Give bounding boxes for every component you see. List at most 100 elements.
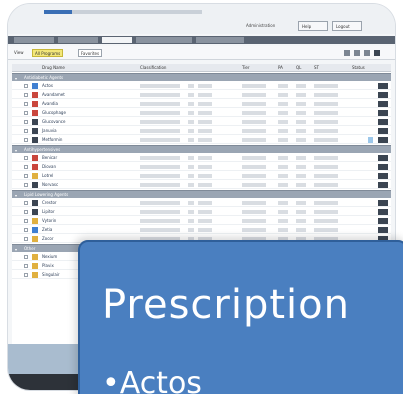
row-checkbox[interactable] xyxy=(24,264,28,268)
header-link-admin[interactable]: Administration xyxy=(246,23,275,28)
column-header[interactable]: PA xyxy=(278,65,283,70)
drug-name[interactable]: Benicar xyxy=(42,155,57,160)
drug-name[interactable]: Lipitor xyxy=(42,209,55,214)
tab-3[interactable] xyxy=(102,37,132,43)
row-action-icon[interactable] xyxy=(378,137,388,143)
header-link-logout[interactable]: Logout xyxy=(332,21,362,31)
column-header[interactable]: Classification xyxy=(140,65,166,70)
group-header[interactable]: ▾ Lipid Lowering Agents xyxy=(12,190,391,198)
table-cell xyxy=(198,210,212,214)
row-checkbox[interactable] xyxy=(24,183,28,187)
drug-name[interactable]: Januvia xyxy=(42,128,57,133)
row-checkbox[interactable] xyxy=(24,210,28,214)
row-action-icon[interactable] xyxy=(378,101,388,107)
collapse-icon[interactable]: ▾ xyxy=(15,193,17,198)
row-checkbox[interactable] xyxy=(24,165,28,169)
table-cell xyxy=(140,165,180,169)
row-action-icon[interactable] xyxy=(378,209,388,215)
table-row[interactable]: Glucovance xyxy=(12,118,391,126)
table-row[interactable]: Zetia xyxy=(12,226,391,234)
drug-name[interactable]: Glucophage xyxy=(42,110,66,115)
table-row[interactable]: Benicar xyxy=(12,154,391,162)
row-checkbox[interactable] xyxy=(24,138,28,142)
table-row[interactable]: Vytorin xyxy=(12,217,391,225)
program-filter[interactable]: All Programs xyxy=(32,49,64,57)
group-header[interactable]: ▾ Antidiabetic Agents xyxy=(12,73,391,81)
row-action-icon[interactable] xyxy=(378,110,388,116)
column-header[interactable]: Status xyxy=(352,65,365,70)
row-checkbox[interactable] xyxy=(24,102,28,106)
row-checkbox[interactable] xyxy=(24,273,28,277)
column-header[interactable]: QL xyxy=(296,65,301,70)
drug-name[interactable]: Lotrel xyxy=(42,173,53,178)
drug-name[interactable]: Metformin xyxy=(42,137,62,142)
table-row[interactable]: Metformin xyxy=(12,136,391,144)
drug-name[interactable]: Avandia xyxy=(42,101,58,106)
header-link-help[interactable]: Help xyxy=(298,21,328,31)
drug-name[interactable]: Singulair xyxy=(42,272,60,277)
row-action-icon[interactable] xyxy=(378,182,388,188)
row-action-icon[interactable] xyxy=(378,173,388,179)
row-action-icon[interactable] xyxy=(378,164,388,170)
row-checkbox[interactable] xyxy=(24,174,28,178)
row-checkbox[interactable] xyxy=(24,84,28,88)
row-checkbox[interactable] xyxy=(24,255,28,259)
row-action-icon[interactable] xyxy=(378,92,388,98)
table-cell xyxy=(296,138,306,142)
table-row[interactable]: Januvia xyxy=(12,127,391,135)
table-row[interactable]: Actos xyxy=(12,82,391,90)
table-row[interactable]: Crestor xyxy=(12,199,391,207)
drug-name[interactable]: Nexium xyxy=(42,254,57,259)
drug-name[interactable]: Glucovance xyxy=(42,119,65,124)
column-header[interactable]: ST xyxy=(314,65,319,70)
table-row[interactable]: Diovan xyxy=(12,163,391,171)
row-checkbox[interactable] xyxy=(24,156,28,160)
drug-name[interactable]: Crestor xyxy=(42,200,57,205)
drug-name[interactable]: Diovan xyxy=(42,164,56,169)
row-action-icon[interactable] xyxy=(378,119,388,125)
drug-name[interactable]: Vytorin xyxy=(42,218,56,223)
prev-page-icon[interactable] xyxy=(354,50,360,56)
column-header[interactable]: Drug Name xyxy=(42,65,65,70)
table-row[interactable]: Avandia xyxy=(12,100,391,108)
row-checkbox[interactable] xyxy=(24,228,28,232)
column-header[interactable]: Tier xyxy=(242,65,250,70)
last-page-icon[interactable] xyxy=(374,50,380,56)
favorites-button[interactable]: Favorites xyxy=(78,49,103,57)
row-checkbox[interactable] xyxy=(24,129,28,133)
first-page-icon[interactable] xyxy=(344,50,350,56)
tab-5[interactable] xyxy=(196,37,244,43)
drug-name[interactable]: Zocor xyxy=(42,236,53,241)
table-row[interactable]: Lotrel xyxy=(12,172,391,180)
drug-name[interactable]: Norvasc xyxy=(42,182,58,187)
group-header[interactable]: ▾ Antihypertensives xyxy=(12,145,391,153)
table-row[interactable]: Norvasc xyxy=(12,181,391,189)
row-action-icon[interactable] xyxy=(378,128,388,134)
tab-4[interactable] xyxy=(136,37,192,43)
row-action-icon[interactable] xyxy=(378,200,388,206)
drug-name[interactable]: Actos xyxy=(42,83,53,88)
row-action-icon[interactable] xyxy=(378,218,388,224)
tab-2[interactable] xyxy=(58,37,98,43)
row-checkbox[interactable] xyxy=(24,237,28,241)
row-checkbox[interactable] xyxy=(24,111,28,115)
drug-name[interactable]: Zetia xyxy=(42,227,52,232)
collapse-icon[interactable]: ▾ xyxy=(15,247,17,252)
tab-1[interactable] xyxy=(14,37,54,43)
row-checkbox[interactable] xyxy=(24,201,28,205)
row-checkbox[interactable] xyxy=(24,219,28,223)
drug-name[interactable]: Avandamet xyxy=(42,92,65,97)
row-action-icon[interactable] xyxy=(378,155,388,161)
collapse-icon[interactable]: ▾ xyxy=(15,148,17,153)
drug-icon xyxy=(32,263,38,269)
table-row[interactable]: Glucophage xyxy=(12,109,391,117)
row-checkbox[interactable] xyxy=(24,93,28,97)
row-action-icon[interactable] xyxy=(378,83,388,89)
table-row[interactable]: Avandamet xyxy=(12,91,391,99)
next-page-icon[interactable] xyxy=(364,50,370,56)
row-action-icon[interactable] xyxy=(378,227,388,233)
collapse-icon[interactable]: ▾ xyxy=(15,76,17,81)
drug-name[interactable]: Plavix xyxy=(42,263,54,268)
row-checkbox[interactable] xyxy=(24,120,28,124)
table-row[interactable]: Lipitor xyxy=(12,208,391,216)
